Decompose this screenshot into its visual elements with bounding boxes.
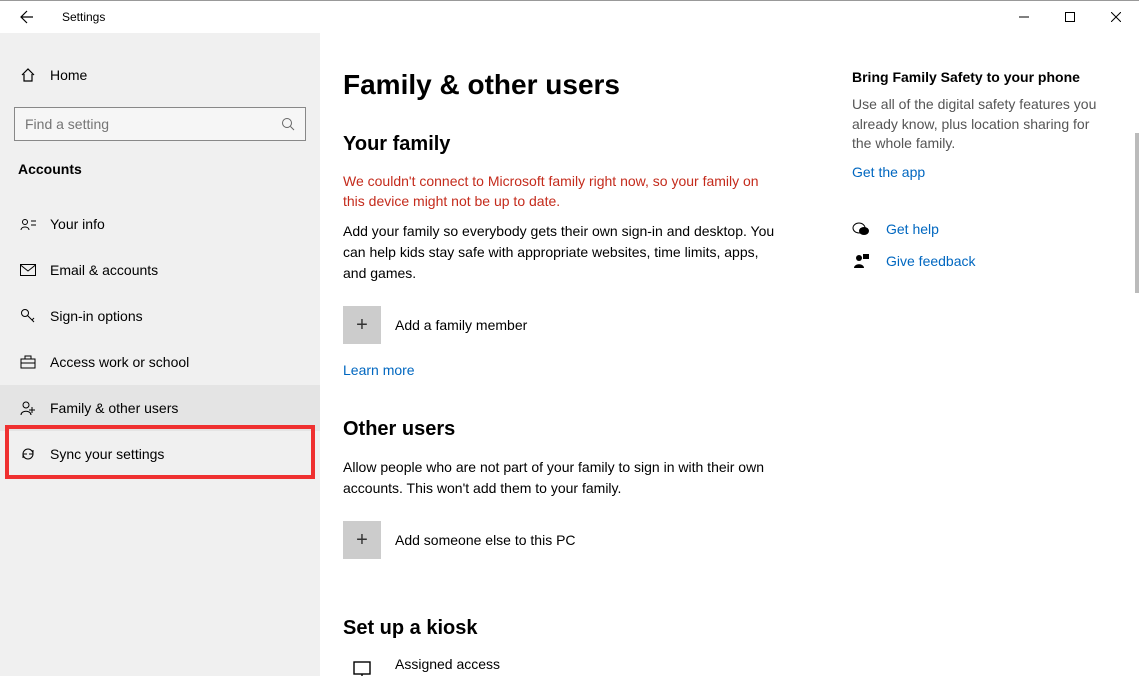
scrollbar-track[interactable] bbox=[1135, 33, 1139, 676]
get-help-row[interactable]: Get help bbox=[852, 220, 1099, 238]
app-title: Settings bbox=[62, 10, 105, 24]
aside-panel: Bring Family Safety to your phone Use al… bbox=[852, 69, 1099, 676]
sidebar-item-label: Your info bbox=[50, 216, 105, 232]
maximize-button[interactable] bbox=[1047, 1, 1093, 33]
back-arrow-icon[interactable] bbox=[18, 9, 34, 25]
scrollbar-thumb[interactable] bbox=[1135, 133, 1139, 293]
get-help-link[interactable]: Get help bbox=[886, 221, 939, 237]
kiosk-title: Assigned access bbox=[395, 656, 750, 672]
key-icon bbox=[18, 308, 38, 324]
sidebar: Home Accounts Your info Email & accounts bbox=[0, 33, 320, 676]
main-panel: Family & other users Your family We coul… bbox=[320, 33, 1139, 676]
mail-icon bbox=[18, 264, 38, 276]
sidebar-item-your-info[interactable]: Your info bbox=[0, 201, 320, 247]
search-input[interactable] bbox=[25, 116, 281, 132]
home-icon bbox=[18, 67, 38, 83]
briefcase-icon bbox=[18, 355, 38, 369]
family-description: Add your family so everybody gets their … bbox=[343, 221, 783, 284]
aside-safety-desc: Use all of the digital safety features y… bbox=[852, 95, 1099, 154]
add-family-label: Add a family member bbox=[395, 317, 527, 333]
learn-more-link[interactable]: Learn more bbox=[343, 362, 415, 378]
kiosk-monitor-icon bbox=[343, 656, 381, 676]
titlebar: Settings bbox=[0, 1, 1139, 33]
family-heading: Your family bbox=[343, 133, 837, 156]
sidebar-item-family[interactable]: Family & other users bbox=[0, 385, 320, 431]
other-users-heading: Other users bbox=[343, 418, 837, 441]
search-icon bbox=[281, 117, 295, 131]
other-users-description: Allow people who are not part of your fa… bbox=[343, 457, 783, 499]
sidebar-item-label: Family & other users bbox=[50, 400, 178, 416]
plus-icon: + bbox=[343, 521, 381, 559]
add-other-label: Add someone else to this PC bbox=[395, 532, 576, 548]
person-card-icon bbox=[18, 217, 38, 231]
sidebar-item-label: Email & accounts bbox=[50, 262, 158, 278]
get-app-link[interactable]: Get the app bbox=[852, 164, 1099, 180]
family-error-text: We couldn't connect to Microsoft family … bbox=[343, 172, 783, 211]
plus-icon: + bbox=[343, 306, 381, 344]
home-label: Home bbox=[50, 67, 87, 83]
aside-safety-title: Bring Family Safety to your phone bbox=[852, 69, 1099, 85]
sidebar-item-label: Sync your settings bbox=[50, 446, 164, 462]
add-other-user-button[interactable]: + Add someone else to this PC bbox=[343, 521, 837, 559]
kiosk-heading: Set up a kiosk bbox=[343, 617, 837, 640]
page-title: Family & other users bbox=[343, 69, 837, 101]
add-family-member-button[interactable]: + Add a family member bbox=[343, 306, 837, 344]
search-box[interactable] bbox=[14, 107, 306, 141]
sidebar-item-signin[interactable]: Sign-in options bbox=[0, 293, 320, 339]
give-feedback-row[interactable]: Give feedback bbox=[852, 252, 1099, 270]
close-button[interactable] bbox=[1093, 1, 1139, 33]
sync-icon bbox=[18, 446, 38, 462]
sidebar-item-label: Sign-in options bbox=[50, 308, 143, 324]
sidebar-home[interactable]: Home bbox=[0, 55, 320, 95]
help-chat-icon bbox=[852, 220, 872, 238]
sidebar-item-sync[interactable]: Sync your settings bbox=[0, 431, 320, 477]
people-icon bbox=[18, 400, 38, 416]
sidebar-item-work-school[interactable]: Access work or school bbox=[0, 339, 320, 385]
give-feedback-link[interactable]: Give feedback bbox=[886, 253, 976, 269]
sidebar-item-label: Access work or school bbox=[50, 354, 189, 370]
feedback-person-icon bbox=[852, 252, 872, 270]
minimize-button[interactable] bbox=[1001, 1, 1047, 33]
sidebar-item-email[interactable]: Email & accounts bbox=[0, 247, 320, 293]
assigned-access-button[interactable]: Assigned access Set up this device as a … bbox=[343, 656, 837, 676]
section-heading: Accounts bbox=[0, 161, 320, 177]
